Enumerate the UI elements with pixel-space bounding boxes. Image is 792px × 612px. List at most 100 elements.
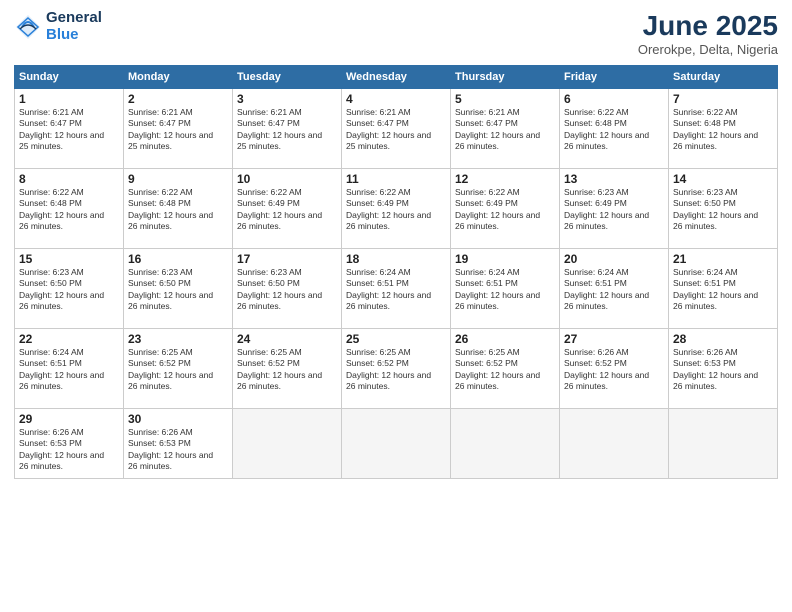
day-detail: Sunrise: 6:21 AM Sunset: 6:47 PM Dayligh… xyxy=(346,107,446,153)
calendar-body: 1 Sunrise: 6:21 AM Sunset: 6:47 PM Dayli… xyxy=(15,89,778,479)
calendar-cell: 20 Sunrise: 6:24 AM Sunset: 6:51 PM Dayl… xyxy=(560,249,669,329)
day-number: 7 xyxy=(673,92,773,106)
day-detail: Sunrise: 6:26 AM Sunset: 6:53 PM Dayligh… xyxy=(19,427,119,473)
day-detail: Sunrise: 6:22 AM Sunset: 6:48 PM Dayligh… xyxy=(19,187,119,233)
day-number: 17 xyxy=(237,252,337,266)
day-detail: Sunrise: 6:23 AM Sunset: 6:50 PM Dayligh… xyxy=(237,267,337,313)
day-detail: Sunrise: 6:21 AM Sunset: 6:47 PM Dayligh… xyxy=(455,107,555,153)
day-detail: Sunrise: 6:23 AM Sunset: 6:50 PM Dayligh… xyxy=(19,267,119,313)
day-number: 13 xyxy=(564,172,664,186)
day-number: 14 xyxy=(673,172,773,186)
day-detail: Sunrise: 6:25 AM Sunset: 6:52 PM Dayligh… xyxy=(346,347,446,393)
logo-icon xyxy=(14,13,42,41)
day-number: 28 xyxy=(673,332,773,346)
calendar-cell: 22 Sunrise: 6:24 AM Sunset: 6:51 PM Dayl… xyxy=(15,329,124,409)
calendar-cell: 7 Sunrise: 6:22 AM Sunset: 6:48 PM Dayli… xyxy=(669,89,778,169)
day-detail: Sunrise: 6:26 AM Sunset: 6:53 PM Dayligh… xyxy=(673,347,773,393)
calendar-cell: 21 Sunrise: 6:24 AM Sunset: 6:51 PM Dayl… xyxy=(669,249,778,329)
day-detail: Sunrise: 6:25 AM Sunset: 6:52 PM Dayligh… xyxy=(237,347,337,393)
day-detail: Sunrise: 6:23 AM Sunset: 6:49 PM Dayligh… xyxy=(564,187,664,233)
main-title: June 2025 xyxy=(638,10,778,42)
col-sunday: Sunday xyxy=(15,66,124,89)
day-detail: Sunrise: 6:21 AM Sunset: 6:47 PM Dayligh… xyxy=(237,107,337,153)
day-number: 5 xyxy=(455,92,555,106)
calendar-cell: 13 Sunrise: 6:23 AM Sunset: 6:49 PM Dayl… xyxy=(560,169,669,249)
day-detail: Sunrise: 6:21 AM Sunset: 6:47 PM Dayligh… xyxy=(128,107,228,153)
day-detail: Sunrise: 6:22 AM Sunset: 6:49 PM Dayligh… xyxy=(237,187,337,233)
col-tuesday: Tuesday xyxy=(233,66,342,89)
calendar-cell: 11 Sunrise: 6:22 AM Sunset: 6:49 PM Dayl… xyxy=(342,169,451,249)
day-number: 10 xyxy=(237,172,337,186)
day-detail: Sunrise: 6:22 AM Sunset: 6:49 PM Dayligh… xyxy=(346,187,446,233)
calendar-cell xyxy=(560,409,669,479)
logo-blue-text: Blue xyxy=(46,27,102,44)
day-detail: Sunrise: 6:21 AM Sunset: 6:47 PM Dayligh… xyxy=(19,107,119,153)
day-number: 3 xyxy=(237,92,337,106)
calendar-cell: 26 Sunrise: 6:25 AM Sunset: 6:52 PM Dayl… xyxy=(451,329,560,409)
calendar-cell xyxy=(342,409,451,479)
calendar-cell: 9 Sunrise: 6:22 AM Sunset: 6:48 PM Dayli… xyxy=(124,169,233,249)
day-number: 21 xyxy=(673,252,773,266)
day-number: 24 xyxy=(237,332,337,346)
calendar-cell: 2 Sunrise: 6:21 AM Sunset: 6:47 PM Dayli… xyxy=(124,89,233,169)
calendar-cell: 3 Sunrise: 6:21 AM Sunset: 6:47 PM Dayli… xyxy=(233,89,342,169)
day-number: 16 xyxy=(128,252,228,266)
col-friday: Friday xyxy=(560,66,669,89)
day-detail: Sunrise: 6:24 AM Sunset: 6:51 PM Dayligh… xyxy=(346,267,446,313)
calendar-cell: 18 Sunrise: 6:24 AM Sunset: 6:51 PM Dayl… xyxy=(342,249,451,329)
calendar-header: Sunday Monday Tuesday Wednesday Thursday… xyxy=(15,66,778,89)
title-block: June 2025 Orerokpe, Delta, Nigeria xyxy=(638,10,778,57)
day-number: 15 xyxy=(19,252,119,266)
day-detail: Sunrise: 6:22 AM Sunset: 6:48 PM Dayligh… xyxy=(673,107,773,153)
logo-general-text: General xyxy=(46,10,102,27)
day-number: 20 xyxy=(564,252,664,266)
day-number: 18 xyxy=(346,252,446,266)
day-detail: Sunrise: 6:24 AM Sunset: 6:51 PM Dayligh… xyxy=(455,267,555,313)
day-detail: Sunrise: 6:25 AM Sunset: 6:52 PM Dayligh… xyxy=(128,347,228,393)
calendar-cell: 28 Sunrise: 6:26 AM Sunset: 6:53 PM Dayl… xyxy=(669,329,778,409)
calendar-cell: 24 Sunrise: 6:25 AM Sunset: 6:52 PM Dayl… xyxy=(233,329,342,409)
subtitle: Orerokpe, Delta, Nigeria xyxy=(638,42,778,57)
col-thursday: Thursday xyxy=(451,66,560,89)
calendar-cell: 1 Sunrise: 6:21 AM Sunset: 6:47 PM Dayli… xyxy=(15,89,124,169)
calendar-cell: 29 Sunrise: 6:26 AM Sunset: 6:53 PM Dayl… xyxy=(15,409,124,479)
day-number: 25 xyxy=(346,332,446,346)
day-number: 9 xyxy=(128,172,228,186)
col-saturday: Saturday xyxy=(669,66,778,89)
day-detail: Sunrise: 6:26 AM Sunset: 6:53 PM Dayligh… xyxy=(128,427,228,473)
calendar-cell: 6 Sunrise: 6:22 AM Sunset: 6:48 PM Dayli… xyxy=(560,89,669,169)
calendar-cell xyxy=(233,409,342,479)
calendar-cell: 8 Sunrise: 6:22 AM Sunset: 6:48 PM Dayli… xyxy=(15,169,124,249)
calendar-cell: 4 Sunrise: 6:21 AM Sunset: 6:47 PM Dayli… xyxy=(342,89,451,169)
col-monday: Monday xyxy=(124,66,233,89)
calendar-cell: 27 Sunrise: 6:26 AM Sunset: 6:52 PM Dayl… xyxy=(560,329,669,409)
day-number: 27 xyxy=(564,332,664,346)
calendar-cell: 17 Sunrise: 6:23 AM Sunset: 6:50 PM Dayl… xyxy=(233,249,342,329)
col-wednesday: Wednesday xyxy=(342,66,451,89)
day-number: 6 xyxy=(564,92,664,106)
day-number: 1 xyxy=(19,92,119,106)
day-detail: Sunrise: 6:22 AM Sunset: 6:49 PM Dayligh… xyxy=(455,187,555,233)
day-detail: Sunrise: 6:26 AM Sunset: 6:52 PM Dayligh… xyxy=(564,347,664,393)
day-detail: Sunrise: 6:22 AM Sunset: 6:48 PM Dayligh… xyxy=(128,187,228,233)
logo: General Blue xyxy=(14,10,102,43)
day-number: 11 xyxy=(346,172,446,186)
day-number: 30 xyxy=(128,412,228,426)
day-detail: Sunrise: 6:23 AM Sunset: 6:50 PM Dayligh… xyxy=(673,187,773,233)
day-number: 2 xyxy=(128,92,228,106)
calendar-cell: 12 Sunrise: 6:22 AM Sunset: 6:49 PM Dayl… xyxy=(451,169,560,249)
day-number: 19 xyxy=(455,252,555,266)
calendar-cell: 5 Sunrise: 6:21 AM Sunset: 6:47 PM Dayli… xyxy=(451,89,560,169)
day-detail: Sunrise: 6:25 AM Sunset: 6:52 PM Dayligh… xyxy=(455,347,555,393)
day-detail: Sunrise: 6:24 AM Sunset: 6:51 PM Dayligh… xyxy=(19,347,119,393)
calendar-cell: 25 Sunrise: 6:25 AM Sunset: 6:52 PM Dayl… xyxy=(342,329,451,409)
day-number: 4 xyxy=(346,92,446,106)
day-detail: Sunrise: 6:23 AM Sunset: 6:50 PM Dayligh… xyxy=(128,267,228,313)
page: General Blue June 2025 Orerokpe, Delta, … xyxy=(0,0,792,612)
calendar-cell xyxy=(669,409,778,479)
calendar-cell: 23 Sunrise: 6:25 AM Sunset: 6:52 PM Dayl… xyxy=(124,329,233,409)
header-row: Sunday Monday Tuesday Wednesday Thursday… xyxy=(15,66,778,89)
calendar-cell: 16 Sunrise: 6:23 AM Sunset: 6:50 PM Dayl… xyxy=(124,249,233,329)
calendar-cell xyxy=(451,409,560,479)
day-detail: Sunrise: 6:24 AM Sunset: 6:51 PM Dayligh… xyxy=(564,267,664,313)
